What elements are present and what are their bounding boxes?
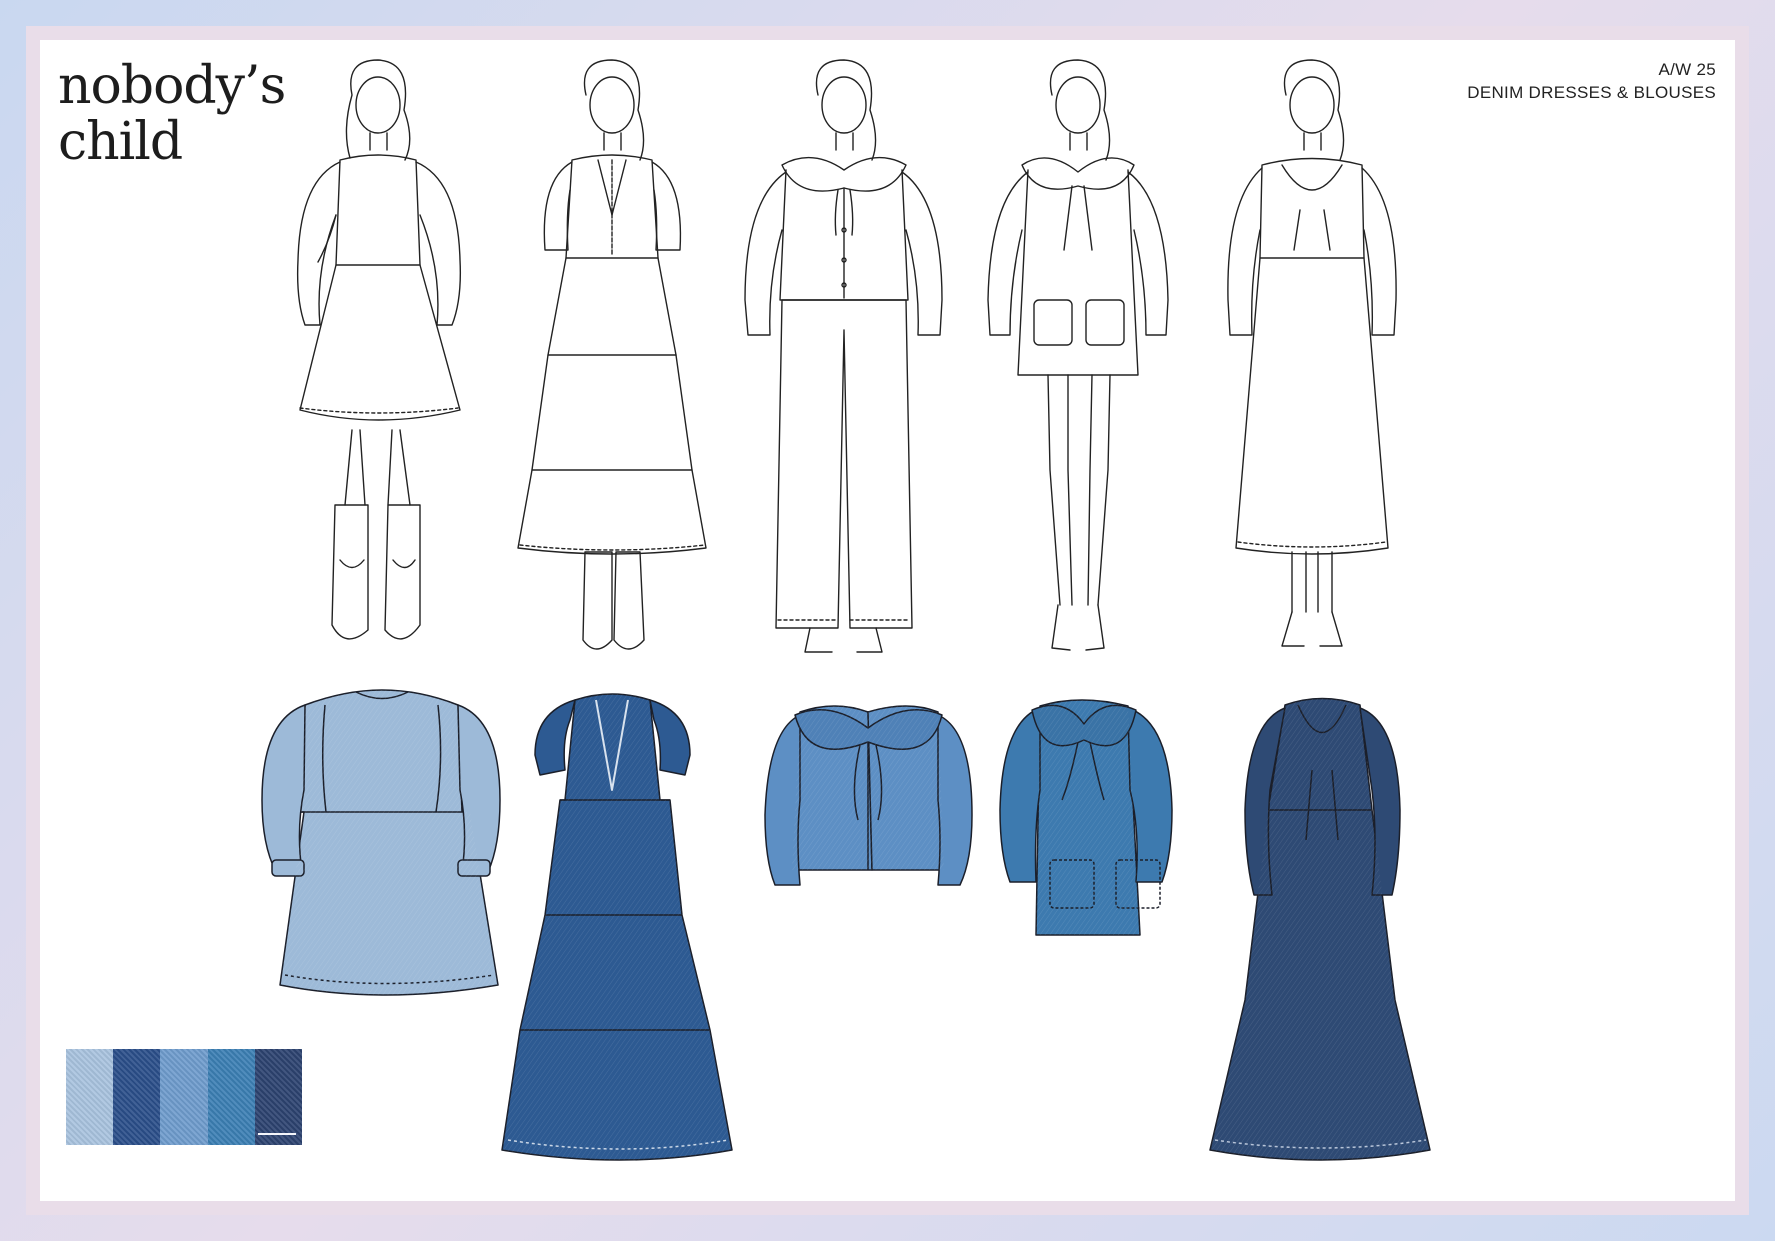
fabric-swatches bbox=[66, 1049, 303, 1145]
sketch-figure-3 bbox=[744, 59, 943, 653]
flat-dress-empire-maxi bbox=[1209, 697, 1431, 1161]
sketch-figure-4 bbox=[987, 59, 1169, 651]
swatch-twill-teal bbox=[207, 1049, 255, 1145]
swatch-light-wash bbox=[66, 1049, 114, 1145]
swatch-rinse-denim bbox=[113, 1049, 161, 1145]
flat-dress-tiered-maxi bbox=[501, 693, 733, 1161]
sketch-figure-1 bbox=[296, 59, 461, 640]
flat-blouse-collar bbox=[764, 703, 973, 886]
swatch-mark-line bbox=[258, 1133, 297, 1135]
sketch-figure-5 bbox=[1227, 59, 1397, 647]
sketch-figure-2 bbox=[517, 59, 707, 650]
swatch-chambray bbox=[160, 1049, 208, 1145]
flat-dress-light-wash bbox=[261, 689, 501, 996]
swatch-dark-indigo bbox=[254, 1049, 303, 1145]
flat-tunic-pockets bbox=[999, 699, 1173, 936]
